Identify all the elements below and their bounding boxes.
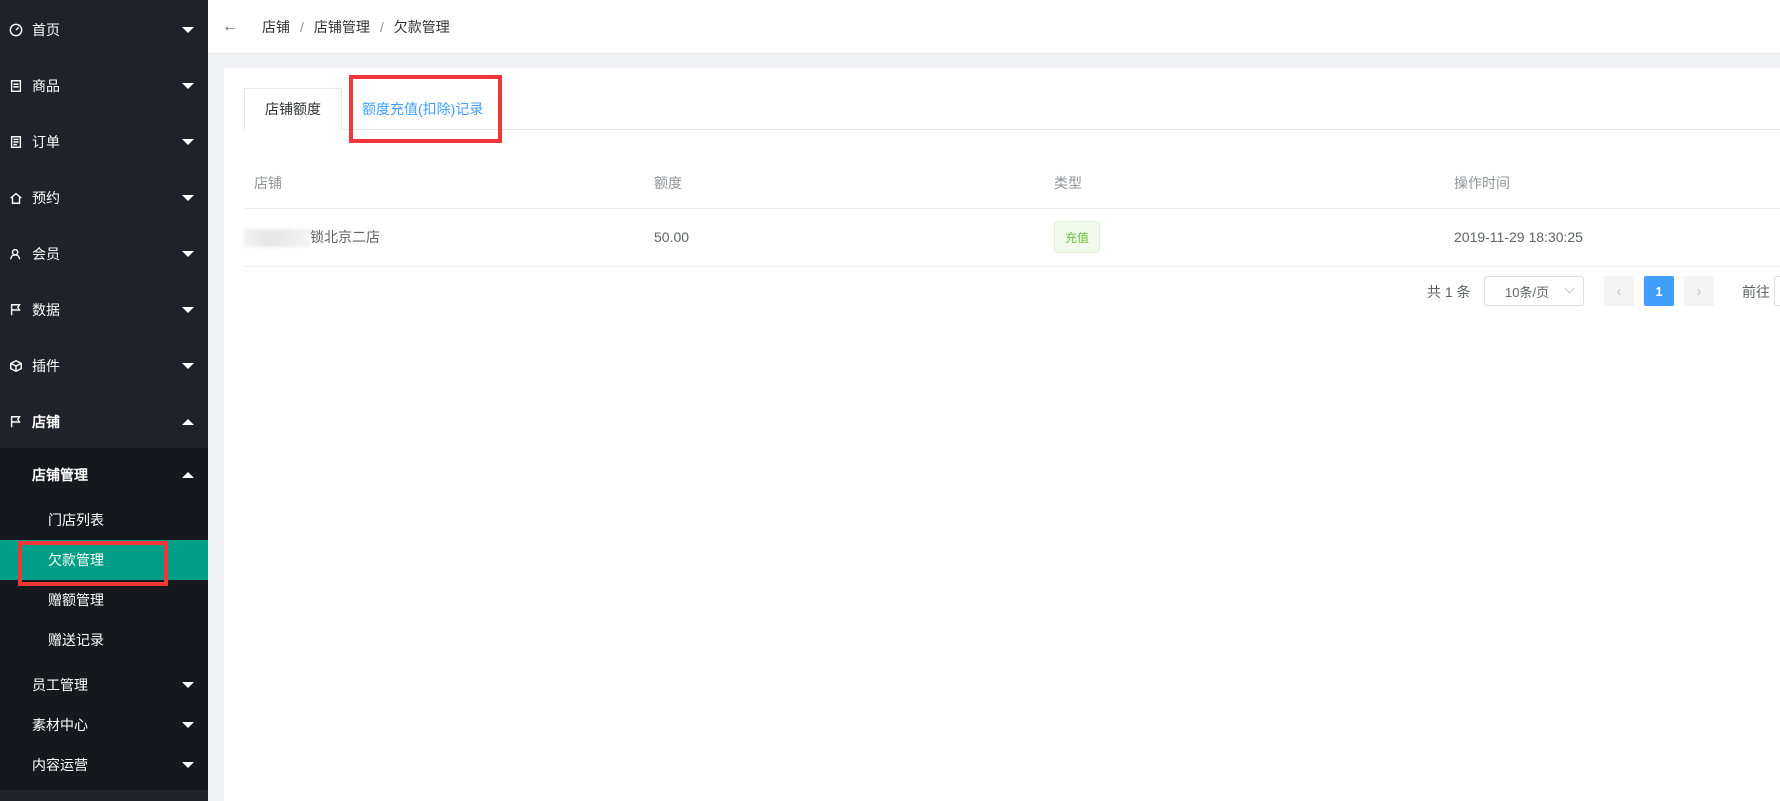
records-table: 店铺 额度 类型 操作时间 锁北京二店 50.00 充值 2019-11-29 …	[244, 158, 1780, 267]
cell-time: 2019-11-29 18:30:25	[1444, 208, 1780, 267]
menu-data[interactable]: 数据	[0, 282, 208, 338]
menu-plugins[interactable]: 插件	[0, 338, 208, 394]
type-tag: 充值	[1054, 221, 1100, 253]
col-header-type: 类型	[1044, 158, 1444, 209]
sidebar: 首页 商品 订单 预约 会员 数据 插件 店铺 店铺管理 门店列表 欠款管理 赠…	[0, 0, 208, 801]
submenu-material-center[interactable]: 素材中心	[0, 705, 208, 745]
breadcrumb-separator: /	[300, 18, 304, 35]
menu-home[interactable]: 首页	[0, 2, 208, 58]
table-header-row: 店铺 额度 类型 操作时间	[244, 158, 1780, 209]
pagination: 共 1 条 10条/页 ‹ 1 › 前往	[224, 276, 1780, 308]
col-header-store: 店铺	[244, 158, 644, 209]
chevron-down-icon	[182, 682, 194, 688]
tab-bar: 店铺额度 额度充值(扣除)记录	[244, 88, 1780, 130]
breadcrumb-separator: /	[379, 18, 384, 35]
users-icon	[8, 246, 24, 262]
document-icon	[8, 78, 24, 94]
chevron-down-icon	[182, 139, 194, 145]
prev-page-button[interactable]: ‹	[1604, 276, 1634, 306]
home-icon	[8, 190, 24, 206]
pagination-total: 共 1 条	[1427, 284, 1471, 300]
chevron-down-icon	[182, 307, 194, 313]
chevron-down-icon	[182, 363, 194, 369]
col-header-time: 操作时间	[1444, 158, 1780, 209]
sidebar-item-store-list[interactable]: 门店列表	[0, 500, 208, 540]
breadcrumb-store-management[interactable]: 店铺管理	[314, 17, 370, 37]
submenu-content-operation[interactable]: 内容运营	[0, 745, 208, 785]
breadcrumb-debt-management: 欠款管理	[393, 18, 450, 35]
menu-orders[interactable]: 订单	[0, 114, 208, 170]
goto-label: 前往	[1742, 284, 1770, 300]
next-page-button[interactable]: ›	[1684, 276, 1714, 306]
cell-type: 充值	[1044, 208, 1444, 267]
clipboard-icon	[8, 134, 24, 150]
chevron-down-icon	[182, 83, 194, 89]
tab-store-quota[interactable]: 店铺额度	[244, 88, 342, 130]
sidebar-item-gift-records[interactable]: 赠送记录	[0, 620, 208, 660]
menu-members[interactable]: 会员	[0, 226, 208, 282]
cell-store: 锁北京二店	[244, 208, 644, 267]
menu-booking[interactable]: 预约	[0, 170, 208, 226]
sidebar-item-debt-management[interactable]: 欠款管理	[0, 540, 208, 580]
submenu-staff-management[interactable]: 员工管理	[0, 665, 208, 705]
chevron-up-icon	[182, 419, 194, 425]
submenu-store-management[interactable]: 店铺管理	[0, 455, 208, 495]
main-panel: 店铺额度 额度充值(扣除)记录 店铺 额度 类型 操作时间 锁北京二店 50.0…	[224, 68, 1780, 801]
flag-icon	[8, 414, 24, 430]
chevron-down-icon	[182, 722, 194, 728]
chevron-down-icon	[182, 251, 194, 257]
cell-amount: 50.00	[644, 208, 1044, 267]
col-header-amount: 额度	[644, 158, 1044, 209]
sidebar-item-bonus-management[interactable]: 赠额管理	[0, 580, 208, 620]
breadcrumb-store[interactable]: 店铺	[262, 17, 290, 37]
goto-page-input[interactable]	[1774, 276, 1780, 306]
table-row: 锁北京二店 50.00 充值 2019-11-29 18:30:25	[244, 208, 1780, 267]
chevron-down-icon	[182, 195, 194, 201]
page-number-1[interactable]: 1	[1644, 276, 1674, 306]
top-header: ← 店铺 / 店铺管理 / 欠款管理	[208, 0, 1780, 54]
chevron-down-icon	[182, 27, 194, 33]
page-size-select[interactable]: 10条/页	[1484, 276, 1584, 306]
tab-recharge-records[interactable]: 额度充值(扣除)记录	[362, 88, 492, 130]
chevron-up-icon	[182, 472, 194, 478]
dashboard-icon	[8, 22, 24, 38]
flag-icon	[8, 302, 24, 318]
blurred-redaction	[244, 229, 310, 248]
chevron-down-icon	[182, 762, 194, 768]
back-arrow-icon[interactable]: ←	[222, 18, 242, 36]
cube-icon	[8, 358, 24, 374]
menu-goods[interactable]: 商品	[0, 58, 208, 114]
menu-store[interactable]: 店铺	[0, 394, 208, 450]
chevron-down-icon	[1564, 283, 1575, 294]
